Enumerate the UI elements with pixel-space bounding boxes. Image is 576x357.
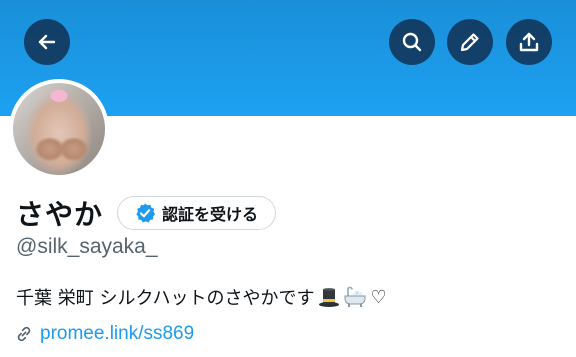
back-button[interactable] [24,19,70,65]
display-name: さやか [16,198,104,231]
get-verified-button[interactable]: 認証を受ける [117,196,277,230]
heart-symbol: ♡ [370,286,387,308]
search-icon [402,32,422,52]
search-button[interactable] [389,19,435,65]
profile-link[interactable]: promee.link/ss869 [40,323,194,345]
bio-text: 千葉 栄町 シルクハットのさやかです [16,288,315,309]
top-hat-emoji [317,285,341,309]
link-icon [17,326,31,342]
user-handle: @silk_sayaka_ [16,235,158,258]
share-button[interactable] [506,19,552,65]
bathtub-emoji [343,285,367,309]
edit-button[interactable] [447,19,493,65]
verify-label: 認証を受ける [162,205,259,224]
profile-bio: 千葉 栄町 シルクハットのさやかです ♡ [16,284,387,310]
share-icon [519,32,539,52]
avatar-image [13,83,105,175]
verified-badge-icon [136,203,156,223]
arrow-left-icon [38,34,56,50]
profile-link-row: promee.link/ss869 [14,323,194,345]
pencil-icon [460,33,479,52]
avatar[interactable] [9,79,109,179]
